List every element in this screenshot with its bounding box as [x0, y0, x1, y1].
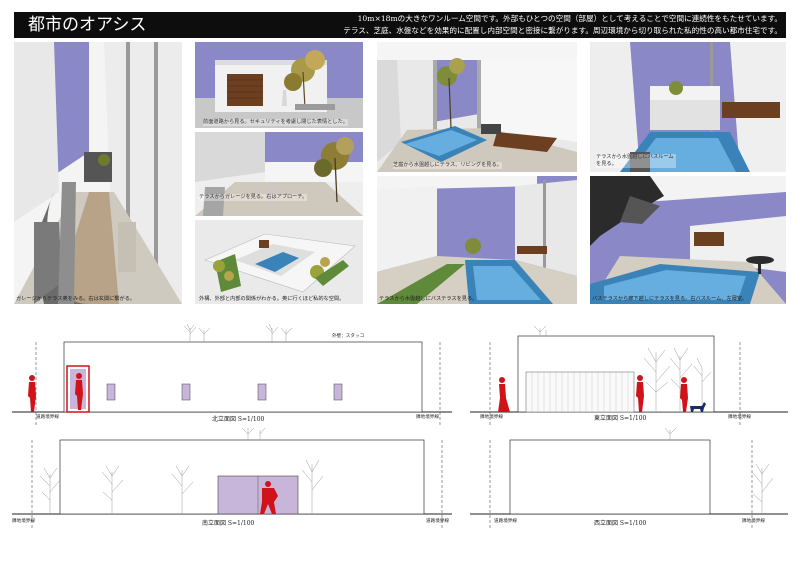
window-icon — [106, 383, 116, 401]
person-figure-icon — [498, 377, 510, 412]
caption-pool-bath: テラスから水盤越しにバスルームを見る。 — [596, 154, 676, 168]
caption-bath-terrace: バステラスから廊下越しにテラスを見る。右バスルーム、左寝室。 — [592, 296, 748, 302]
person-figure-icon — [28, 375, 36, 412]
west-boundary-left: 道路境界線 — [494, 519, 517, 524]
window-icon — [257, 383, 267, 401]
east-elevation-title: 東立面図 S=1/100 — [594, 415, 647, 422]
page-title: 都市のオアシス — [28, 15, 147, 35]
caption-water-living: 芝庭から水盤越しにテラス、リビングを見る。 — [393, 162, 502, 169]
render-garage-corridor: ガレージからテラス奥をみる。右は玄関に繋がる。 — [14, 42, 182, 304]
render-water-living: 芝庭から水盤越しにテラス、リビングを見る。 — [377, 42, 577, 172]
window-icon — [333, 383, 343, 401]
description-line-1: 10m×18mの大きなワンルーム空間です。外部もひとつの空間（部屋）として考える… — [357, 14, 782, 23]
south-elevation-title: 南立面図 S=1/100 — [202, 520, 255, 527]
east-boundary-left: 隣地境界線 — [480, 415, 503, 420]
caption-terrace-pool: テラスから水盤越しにバステラスを見る。 — [379, 296, 478, 302]
render-terrace-pool: テラスから水盤越しにバステラスを見る。 — [377, 176, 577, 304]
tree-icon — [183, 323, 293, 342]
elevation-east: 隣地境界線 隣地境界線 東立面図 S=1/100 — [470, 322, 788, 430]
north-elevation-title: 北立面図 S=1/100 — [212, 416, 265, 423]
caption-garage: ガレージからテラス奥をみる。右は玄関に繋がる。 — [16, 296, 136, 302]
caption-approach: 前面道路から見る。セキュリティを考慮し閉じた表情とした。 — [203, 119, 348, 126]
east-boundary-right: 隣地境界線 — [728, 415, 751, 420]
north-boundary-left: 道路境界線 — [36, 415, 59, 420]
north-boundary-right: 隣地境界線 — [416, 415, 439, 420]
elevation-north: 道路境界線 隣地境界線 外壁：スタッコ 北立面図 S=1/100 — [12, 322, 452, 430]
west-elevation-title: 西立面図 S=1/100 — [594, 520, 647, 527]
window-icon — [181, 383, 191, 401]
south-boundary-left: 隣地境界線 — [12, 519, 35, 524]
render-aerial: 外構、外部と内部の関係がわかる。奥に行くほど私的な空間。 — [195, 220, 363, 304]
caption-terrace-trees: テラスからガレージを見る。右はアプローチ。 — [199, 194, 308, 201]
render-pool-bath: テラスから水盤越しにバスルームを見る。 — [590, 42, 786, 172]
description-line-2: テラス、芝庭、水盤などを効果的に配置し内部空間と密接に繋がります。周辺環境から切… — [343, 26, 782, 35]
south-boundary-right: 道路境界線 — [426, 519, 449, 524]
north-finish-note: 外壁：スタッコ — [332, 334, 365, 339]
caption-aerial: 外構、外部と内部の関係がわかる。奥に行くほど私的な空間。 — [199, 296, 345, 302]
render-approach: 前面道路から見る。セキュリティを考慮し閉じた表情とした。 — [195, 42, 363, 128]
render-terrace-trees: テラスからガレージを見る。右はアプローチ。 — [195, 132, 363, 216]
west-boundary-right: 隣地境界線 — [742, 519, 765, 524]
render-bath-terrace: バステラスから廊下越しにテラスを見る。右バスルーム、左寝室。 — [590, 176, 786, 304]
elevation-west: 道路境界線 隣地境界線 西立面図 S=1/100 — [470, 426, 788, 534]
elevation-south: 隣地境界線 道路境界線 南立面図 S=1/100 — [12, 426, 452, 534]
